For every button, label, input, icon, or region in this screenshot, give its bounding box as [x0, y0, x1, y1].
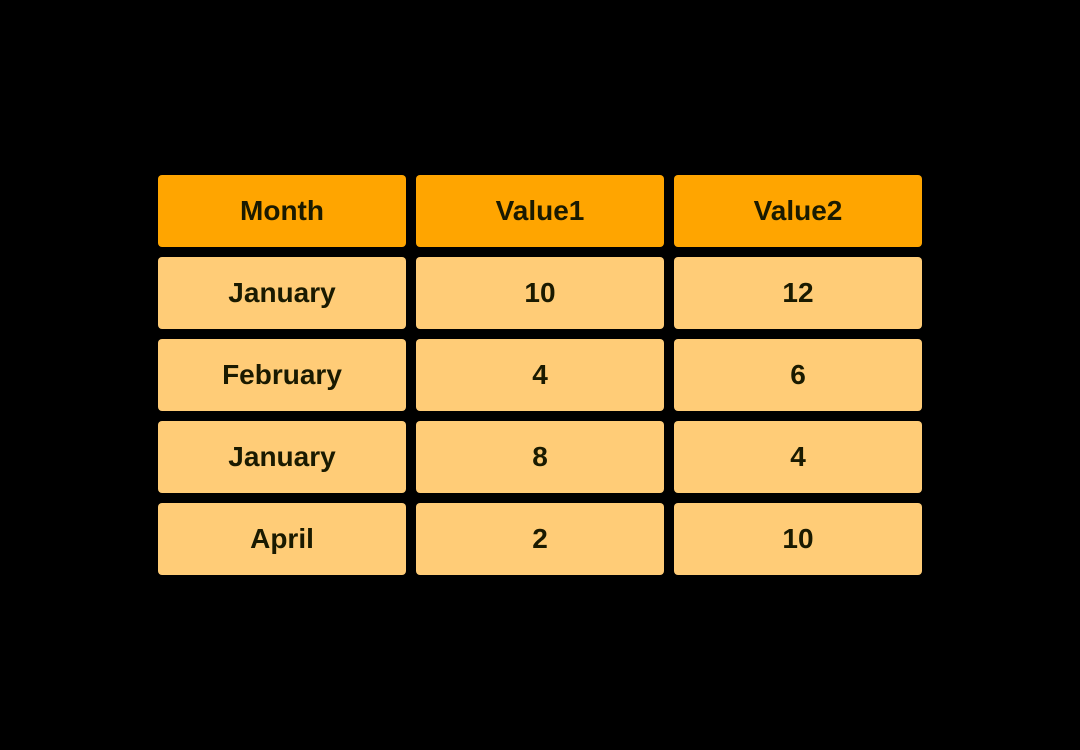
table-row: January 8 4 [158, 421, 922, 493]
cell-value2-2: 6 [674, 339, 922, 411]
header-value2: Value2 [674, 175, 922, 247]
table-row: January 10 12 [158, 257, 922, 329]
cell-value1-3: 8 [416, 421, 664, 493]
table-row: February 4 6 [158, 339, 922, 411]
table-row: April 2 10 [158, 503, 922, 575]
cell-month-2: February [158, 339, 406, 411]
cell-month-1: January [158, 257, 406, 329]
data-table: Month Value1 Value2 January 10 12 Februa… [158, 175, 922, 575]
cell-value1-2: 4 [416, 339, 664, 411]
header-month: Month [158, 175, 406, 247]
header-value1: Value1 [416, 175, 664, 247]
cell-value2-4: 10 [674, 503, 922, 575]
cell-value2-1: 12 [674, 257, 922, 329]
header-row: Month Value1 Value2 [158, 175, 922, 247]
cell-value2-3: 4 [674, 421, 922, 493]
cell-month-3: January [158, 421, 406, 493]
cell-month-4: April [158, 503, 406, 575]
cell-value1-4: 2 [416, 503, 664, 575]
cell-value1-1: 10 [416, 257, 664, 329]
